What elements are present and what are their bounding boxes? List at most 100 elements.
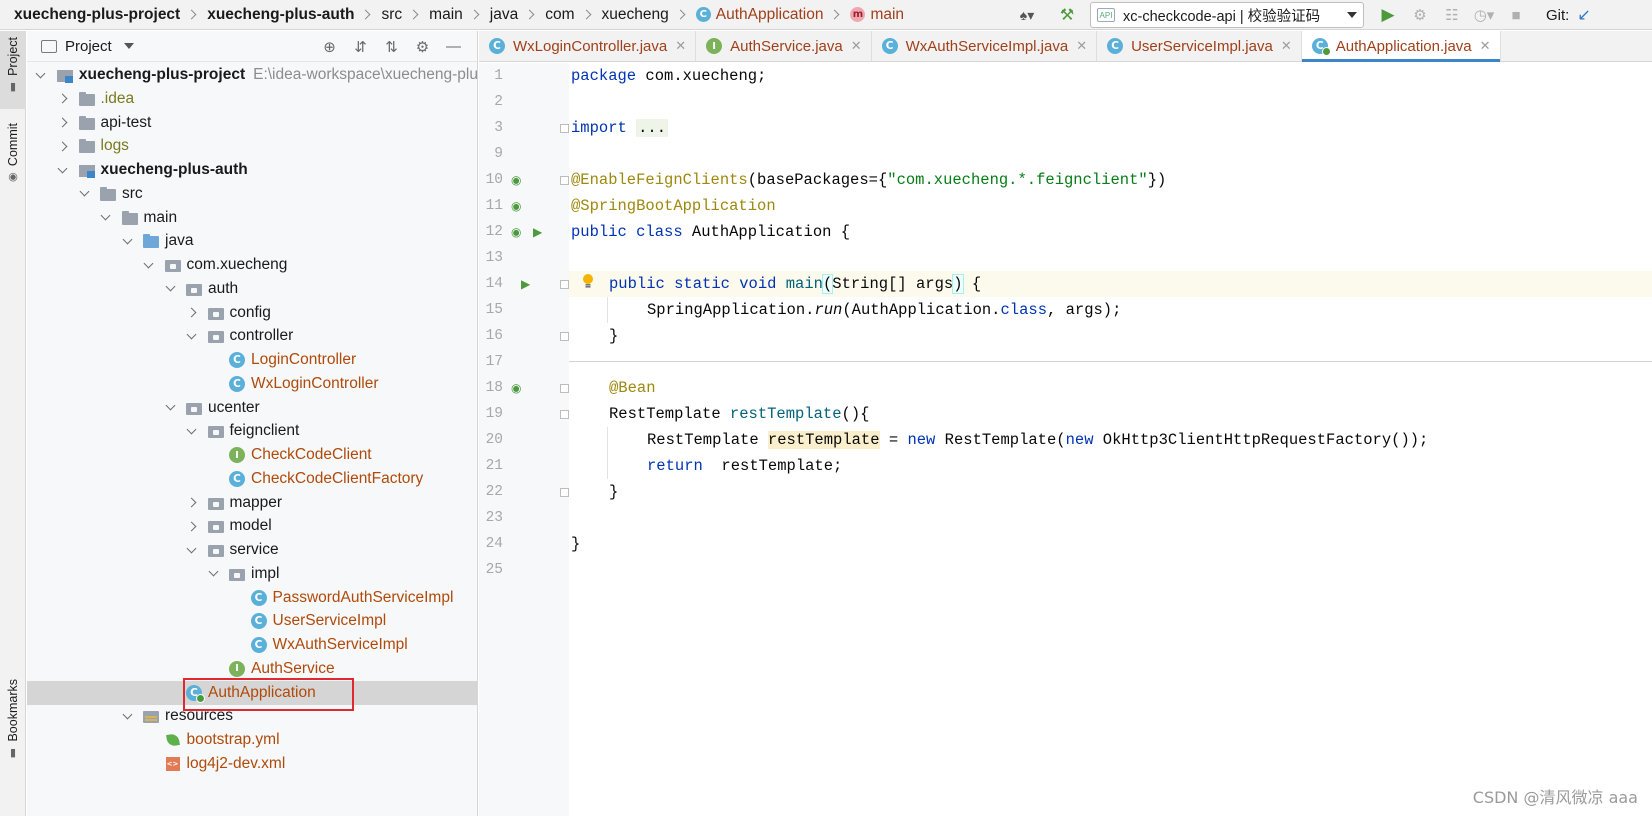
chevron-down-icon[interactable]: [121, 229, 133, 253]
collapse-all-icon[interactable]: ⇅: [376, 35, 407, 59]
expand-all-icon[interactable]: ⇵: [345, 35, 376, 59]
locate-file-icon[interactable]: ⊕: [314, 35, 345, 59]
tree-item[interactable]: model: [27, 514, 477, 538]
settings-gear-icon[interactable]: ⚙: [407, 35, 438, 59]
tree-item[interactable]: main: [27, 206, 477, 230]
tree-item[interactable]: impl: [27, 562, 477, 586]
editor-tab[interactable]: C UserServiceImpl.java ✕: [1097, 31, 1302, 61]
chevron-right-icon[interactable]: [57, 134, 69, 158]
breadcrumb-item[interactable]: src: [381, 6, 402, 24]
tree-item[interactable]: ucenter: [27, 396, 477, 420]
fold-marker-icon[interactable]: [560, 124, 569, 133]
tree-item[interactable]: C CheckCodeClientFactory: [27, 467, 477, 491]
debug-button[interactable]: ⚙: [1404, 3, 1436, 27]
chevron-down-icon[interactable]: [57, 158, 69, 182]
editor-tab[interactable]: C WxLoginController.java ✕: [479, 31, 697, 61]
chevron-down-icon[interactable]: [186, 538, 198, 562]
run-gutter-icon[interactable]: ▶: [533, 225, 542, 239]
tree-item[interactable]: C WxAuthServiceImpl: [27, 633, 477, 657]
editor-tab[interactable]: C AuthApplication.java ✕: [1301, 31, 1501, 62]
tree-item[interactable]: logs: [27, 134, 477, 158]
tree-item[interactable]: I AuthService: [27, 657, 477, 681]
spring-bean-icon[interactable]: ◉: [511, 199, 521, 213]
tree-item[interactable]: controller: [27, 324, 477, 348]
tree-item[interactable]: config: [27, 301, 477, 325]
breadcrumb-item[interactable]: xuecheng-plus-auth: [207, 6, 354, 24]
breadcrumb-item[interactable]: com: [545, 6, 574, 24]
spring-bean-icon[interactable]: ◉: [511, 225, 521, 239]
view-mode-dropdown[interactable]: [123, 43, 134, 49]
editor-tab[interactable]: I AuthService.java ✕: [696, 31, 872, 61]
lightbulb-icon[interactable]: [581, 273, 595, 289]
chevron-down-icon[interactable]: [164, 396, 176, 420]
tree-item[interactable]: feignclient: [27, 419, 477, 443]
chevron-down-icon[interactable]: [143, 253, 155, 277]
tree-item[interactable]: auth: [27, 277, 477, 301]
tree-item[interactable]: C WxLoginController: [27, 372, 477, 396]
tree-item[interactable]: service: [27, 538, 477, 562]
tree-item[interactable]: api-test: [27, 111, 477, 135]
tree-item[interactable]: src: [27, 182, 477, 206]
stop-button[interactable]: ■: [1500, 3, 1532, 27]
fold-marker-icon[interactable]: [560, 176, 569, 185]
coverage-button[interactable]: ☷: [1436, 3, 1468, 27]
user-account-icon[interactable]: ♠▾: [1010, 4, 1044, 26]
chevron-down-icon[interactable]: [186, 419, 198, 443]
run-configuration-select[interactable]: API xc-checkcode-api | 校验验证码: [1090, 2, 1364, 28]
fold-marker-icon[interactable]: [560, 332, 569, 341]
git-update-icon[interactable]: ↙: [1577, 5, 1590, 25]
breadcrumb-item[interactable]: xuecheng-plus-project: [14, 6, 180, 24]
fold-marker-icon[interactable]: [560, 280, 569, 289]
tree-item[interactable]: C AuthApplication: [27, 680, 477, 705]
chevron-down-icon[interactable]: [100, 206, 112, 230]
spring-bean-icon[interactable]: ◉: [511, 173, 521, 187]
chevron-down-icon[interactable]: [164, 277, 176, 301]
fold-marker-icon[interactable]: [560, 410, 569, 419]
code-area[interactable]: package com.xuecheng; import ... @Enable…: [569, 63, 1652, 816]
chevron-down-icon[interactable]: [35, 63, 47, 87]
tree-item[interactable]: xuecheng-plus-project E:\idea-workspace\x…: [27, 63, 477, 87]
fold-marker-icon[interactable]: [560, 384, 569, 393]
chevron-down-icon[interactable]: [121, 704, 133, 728]
tree-item[interactable]: log4j2-dev.xml: [27, 752, 477, 776]
breadcrumb-item[interactable]: java: [490, 6, 518, 24]
chevron-right-icon[interactable]: [186, 491, 198, 515]
hide-panel-icon[interactable]: —: [438, 35, 469, 59]
chevron-right-icon[interactable]: [186, 514, 198, 538]
commit-tool-button[interactable]: Commit ◉: [0, 123, 26, 195]
breadcrumb-item[interactable]: C AuthApplication: [695, 6, 823, 24]
tree-item[interactable]: C PasswordAuthServiceImpl: [27, 586, 477, 610]
tree-item[interactable]: com.xuecheng: [27, 253, 477, 277]
fold-marker-icon[interactable]: [560, 488, 569, 497]
chevron-right-icon[interactable]: [186, 301, 198, 325]
editor-tab[interactable]: C WxAuthServiceImpl.java ✕: [872, 31, 1098, 61]
breadcrumb-item[interactable]: m main: [850, 6, 904, 24]
tree-item[interactable]: java: [27, 229, 477, 253]
tree-item[interactable]: resources: [27, 704, 477, 728]
chevron-down-icon[interactable]: [78, 182, 90, 206]
chevron-down-icon[interactable]: [207, 562, 219, 586]
close-tab-icon[interactable]: ✕: [1281, 38, 1292, 54]
close-tab-icon[interactable]: ✕: [851, 38, 862, 54]
chevron-right-icon[interactable]: [57, 87, 69, 111]
tree-item[interactable]: I CheckCodeClient: [27, 443, 477, 467]
breadcrumb-item[interactable]: xuecheng: [602, 6, 669, 24]
chevron-down-icon[interactable]: [186, 324, 198, 348]
tree-item[interactable]: .idea: [27, 87, 477, 111]
tree-item[interactable]: xuecheng-plus-auth: [27, 158, 477, 182]
tree-item[interactable]: bootstrap.yml: [27, 728, 477, 752]
project-tool-button[interactable]: Project ▮: [0, 31, 26, 109]
tree-item[interactable]: mapper: [27, 491, 477, 515]
spring-bean-icon[interactable]: ◉: [511, 381, 521, 395]
close-tab-icon[interactable]: ✕: [1480, 38, 1491, 54]
breadcrumb-item[interactable]: main: [429, 6, 463, 24]
profile-button[interactable]: ◷▾: [1468, 3, 1500, 27]
close-tab-icon[interactable]: ✕: [1076, 38, 1087, 54]
run-button[interactable]: ▶: [1372, 3, 1404, 27]
bookmarks-tool-button[interactable]: Bookmarks ▮: [0, 679, 26, 775]
chevron-right-icon[interactable]: [57, 111, 69, 135]
build-hammer-icon[interactable]: ⚒: [1050, 4, 1084, 26]
tree-item[interactable]: C LoginController: [27, 348, 477, 372]
run-gutter-icon[interactable]: ▶: [521, 277, 530, 291]
close-tab-icon[interactable]: ✕: [675, 38, 686, 54]
